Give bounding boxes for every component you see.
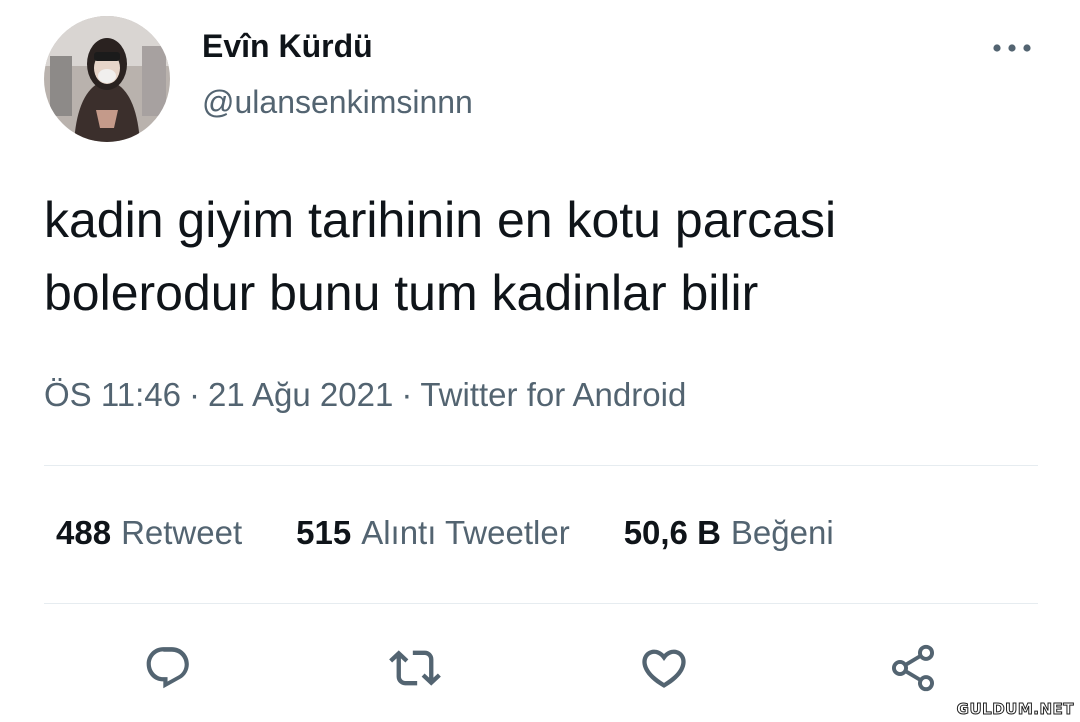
stat-retweets[interactable]: 488 Retweet: [56, 514, 242, 552]
author-display-name[interactable]: Evîn Kürdü: [202, 28, 373, 65]
tweet-stats: 488 Retweet 515 Alıntı Tweetler 50,6 B B…: [56, 514, 834, 552]
meta-separator: ·: [401, 376, 413, 413]
stat-value: 488: [56, 514, 112, 551]
stat-label: Beğeni: [730, 514, 834, 551]
retweet-button[interactable]: [387, 640, 443, 696]
tweet-meta: ÖS 11:46 · 21 Ağu 2021 · Twitter for Android: [44, 376, 686, 414]
tweet-text: kadin giyim tarihinin en kotu parcasi bo…: [44, 192, 837, 321]
stat-label: Alıntı Tweetler: [361, 514, 570, 551]
tweet-source[interactable]: Twitter for Android: [420, 376, 686, 413]
stat-likes[interactable]: 50,6 B Beğeni: [624, 514, 834, 552]
tweet-date[interactable]: 21 Ağu 2021: [208, 376, 393, 413]
retweet-icon: [389, 650, 441, 686]
watermark: GULDUM.NET: [956, 700, 1074, 719]
stat-value: 50,6 B: [623, 514, 721, 551]
author-handle[interactable]: @ulansenkimsinnn: [202, 84, 473, 121]
stat-label: Retweet: [121, 514, 243, 551]
like-button[interactable]: [636, 640, 692, 696]
heart-icon: [642, 649, 686, 688]
tweet-detail: Evîn Kürdü @ulansenkimsinnn kadin giyim …: [0, 0, 1080, 722]
tweet-time[interactable]: ÖS 11:46: [44, 376, 181, 413]
more-horizontal-icon: [993, 44, 1031, 52]
reply-button[interactable]: [140, 640, 196, 696]
divider: [44, 465, 1038, 466]
avatar[interactable]: [44, 16, 170, 142]
avatar-photo: [44, 16, 170, 142]
stat-value: 515: [296, 514, 352, 551]
share-button[interactable]: [885, 640, 941, 696]
reply-icon: [146, 647, 189, 689]
divider: [44, 603, 1038, 604]
stat-quote-tweets[interactable]: 515 Alıntı Tweetler: [296, 514, 570, 552]
meta-separator: ·: [188, 376, 200, 413]
more-options-button[interactable]: [986, 30, 1038, 66]
share-icon: [891, 644, 935, 692]
